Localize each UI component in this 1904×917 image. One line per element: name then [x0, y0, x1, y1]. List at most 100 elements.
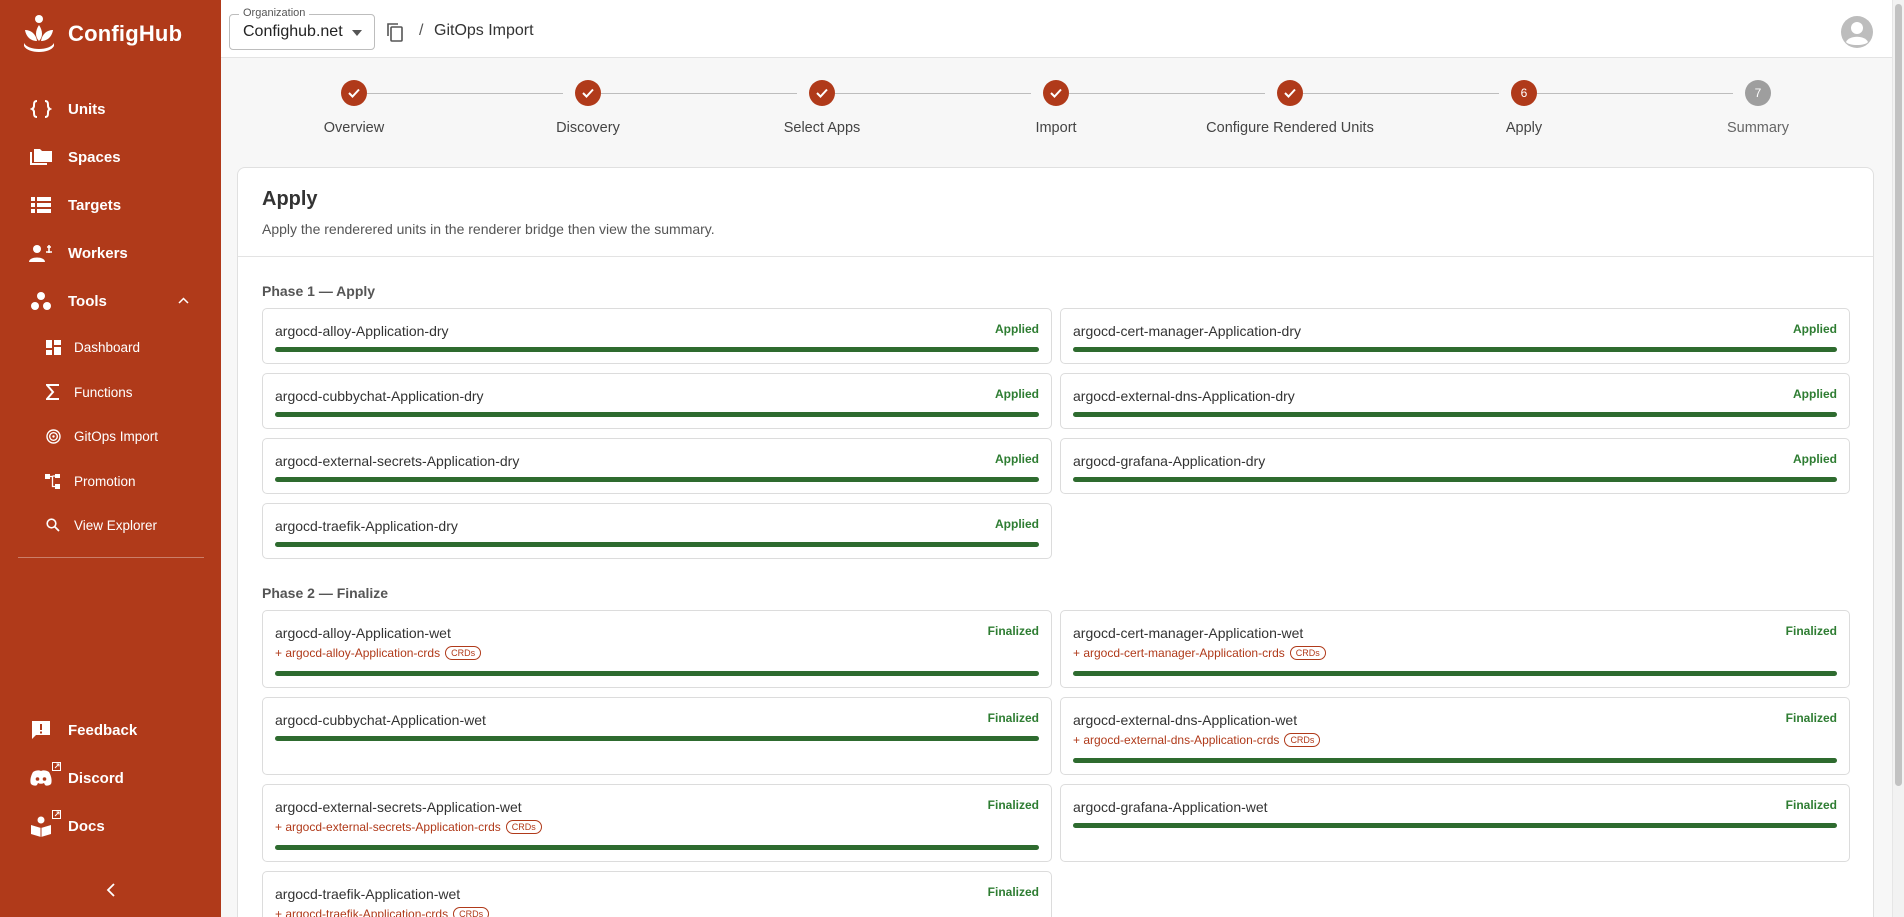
sidebar-subitem-dashboard[interactable]: Dashboard — [0, 329, 221, 365]
check-icon — [1277, 80, 1303, 106]
step-summary[interactable]: 7 Summary — [1638, 80, 1878, 136]
sidebar-item-docs[interactable]: Docs — [0, 806, 221, 846]
status-badge: Applied — [995, 452, 1039, 466]
step-select-apps[interactable]: Select Apps — [702, 80, 942, 136]
caret-down-icon — [352, 30, 362, 36]
unit-card: argocd-alloy-Application-dry Applied — [262, 308, 1052, 364]
status-badge: Finalized — [987, 798, 1039, 812]
status-badge: Finalized — [987, 624, 1039, 638]
phase2-title: Phase 2 — Finalize — [262, 585, 389, 601]
list-icon — [28, 192, 54, 218]
chevron-up-icon[interactable] — [178, 295, 189, 307]
crd-unit-name: + argocd-alloy-Application-crds — [275, 646, 441, 660]
card-subtitle: Apply the renderered units in the render… — [262, 221, 715, 237]
sidebar-item-spaces[interactable]: Spaces — [0, 137, 221, 177]
card-title: Apply — [262, 188, 318, 210]
folders-icon — [28, 144, 54, 170]
progress-bar — [275, 477, 1039, 482]
sidebar-subitem-promotion[interactable]: Promotion — [0, 463, 221, 499]
step-number: 7 — [1745, 80, 1771, 106]
dashboard-icon — [44, 338, 62, 356]
unit-name: argocd-grafana-Application-dry — [1073, 453, 1266, 469]
unit-name: argocd-traefik-Application-wet — [275, 886, 461, 902]
sidebar-item-label: Units — [68, 100, 106, 118]
progress-bar — [1073, 671, 1837, 676]
apply-card: Apply Apply the renderered units in the … — [237, 167, 1874, 917]
crd-link[interactable]: + argocd-alloy-Application-crds CRDs — [275, 646, 482, 660]
check-icon — [809, 80, 835, 106]
status-badge: Finalized — [987, 885, 1039, 899]
sidebar-subitem-label: Dashboard — [74, 339, 141, 355]
sidebar-item-workers[interactable]: Workers — [0, 233, 221, 273]
step-label: Configure Rendered Units — [1206, 120, 1374, 136]
sidebar-item-label: Feedback — [68, 721, 138, 739]
crd-link[interactable]: + argocd-external-dns-Application-crds C… — [1073, 733, 1321, 747]
confighub-logo-icon — [24, 15, 54, 52]
status-badge: Applied — [1793, 452, 1837, 466]
step-label: Overview — [323, 120, 385, 136]
progress-bar — [1073, 823, 1837, 828]
collapse-sidebar-button[interactable] — [98, 878, 124, 902]
sidebar-subitem-gitops-import[interactable]: GitOps Import — [0, 418, 221, 454]
status-badge: Applied — [995, 322, 1039, 336]
status-badge: Finalized — [987, 711, 1039, 725]
unit-card: argocd-alloy-Application-wet Finalized +… — [262, 610, 1052, 688]
step-label: Discovery — [556, 120, 620, 136]
status-badge: Finalized — [1785, 798, 1837, 812]
crds-chip: CRDs — [1289, 646, 1326, 660]
step-apply[interactable]: 6 Apply — [1404, 80, 1644, 136]
crd-link[interactable]: + argocd-traefik-Application-crds CRDs — [275, 907, 490, 917]
crd-link[interactable]: + argocd-cert-manager-Application-crds C… — [1073, 646, 1326, 660]
unit-name: argocd-alloy-Application-dry — [275, 323, 449, 339]
unit-card: argocd-cert-manager-Application-wet Fina… — [1060, 610, 1850, 688]
copy-icon[interactable] — [386, 22, 404, 42]
step-import[interactable]: Import — [936, 80, 1176, 136]
crd-link[interactable]: + argocd-external-secrets-Application-cr… — [275, 820, 542, 834]
sidebar-subitem-label: Functions — [74, 384, 133, 400]
crd-unit-name: + argocd-external-secrets-Application-cr… — [275, 820, 501, 834]
sidebar-item-feedback[interactable]: Feedback — [0, 710, 221, 750]
sidebar-item-units[interactable]: Units — [0, 89, 221, 129]
unit-name: argocd-cubbychat-Application-wet — [275, 712, 486, 728]
feedback-icon — [28, 717, 54, 743]
sidebar-subitem-label: View Explorer — [74, 517, 158, 533]
sidebar-divider — [18, 557, 204, 558]
sidebar: ConfigHub Units Spaces Targets Workers T… — [0, 0, 221, 917]
sidebar-item-label: Spaces — [68, 148, 121, 166]
sidebar-item-discord[interactable]: Discord — [0, 758, 221, 798]
sidebar-item-targets[interactable]: Targets — [0, 185, 221, 225]
step-discovery[interactable]: Discovery — [468, 80, 708, 136]
status-badge: Finalized — [1785, 624, 1837, 638]
sidebar-subitem-view-explorer[interactable]: View Explorer — [0, 507, 221, 543]
unit-card: argocd-external-dns-Application-wet Fina… — [1060, 697, 1850, 775]
external-link-icon — [52, 810, 61, 819]
step-label: Summary — [1726, 120, 1790, 136]
step-overview[interactable]: Overview — [234, 80, 474, 136]
discord-icon — [28, 765, 54, 791]
chevron-left-icon — [106, 883, 115, 897]
unit-name: argocd-grafana-Application-wet — [1073, 799, 1268, 815]
unit-name: argocd-alloy-Application-wet — [275, 625, 451, 641]
crds-chip: CRDs — [453, 907, 490, 917]
progress-bar — [275, 412, 1039, 417]
sidebar-subitem-functions[interactable]: Functions — [0, 374, 221, 410]
external-link-icon — [52, 762, 61, 771]
organization-label: Organization — [239, 7, 310, 19]
brand[interactable]: ConfigHub — [20, 12, 182, 56]
check-icon — [575, 80, 601, 106]
scrollbar-thumb[interactable] — [1895, 4, 1902, 786]
page-scrollbar[interactable] — [1892, 0, 1904, 917]
step-label: Apply — [1505, 120, 1543, 136]
organization-select[interactable]: Organization Confighub.net — [229, 7, 375, 50]
crds-chip: CRDs — [505, 820, 542, 834]
status-badge: Finalized — [1785, 711, 1837, 725]
progress-bar — [1073, 347, 1837, 352]
step-configure-rendered-units[interactable]: Configure Rendered Units — [1170, 80, 1410, 136]
progress-bar — [1073, 758, 1837, 763]
sidebar-item-label: Discord — [68, 769, 124, 787]
status-badge: Applied — [1793, 322, 1837, 336]
avatar-icon[interactable] — [1840, 15, 1874, 49]
sidebar-item-tools[interactable]: Tools — [0, 281, 221, 321]
unit-name: argocd-cubbychat-Application-dry — [275, 388, 484, 404]
unit-name: argocd-external-secrets-Application-wet — [275, 799, 522, 815]
